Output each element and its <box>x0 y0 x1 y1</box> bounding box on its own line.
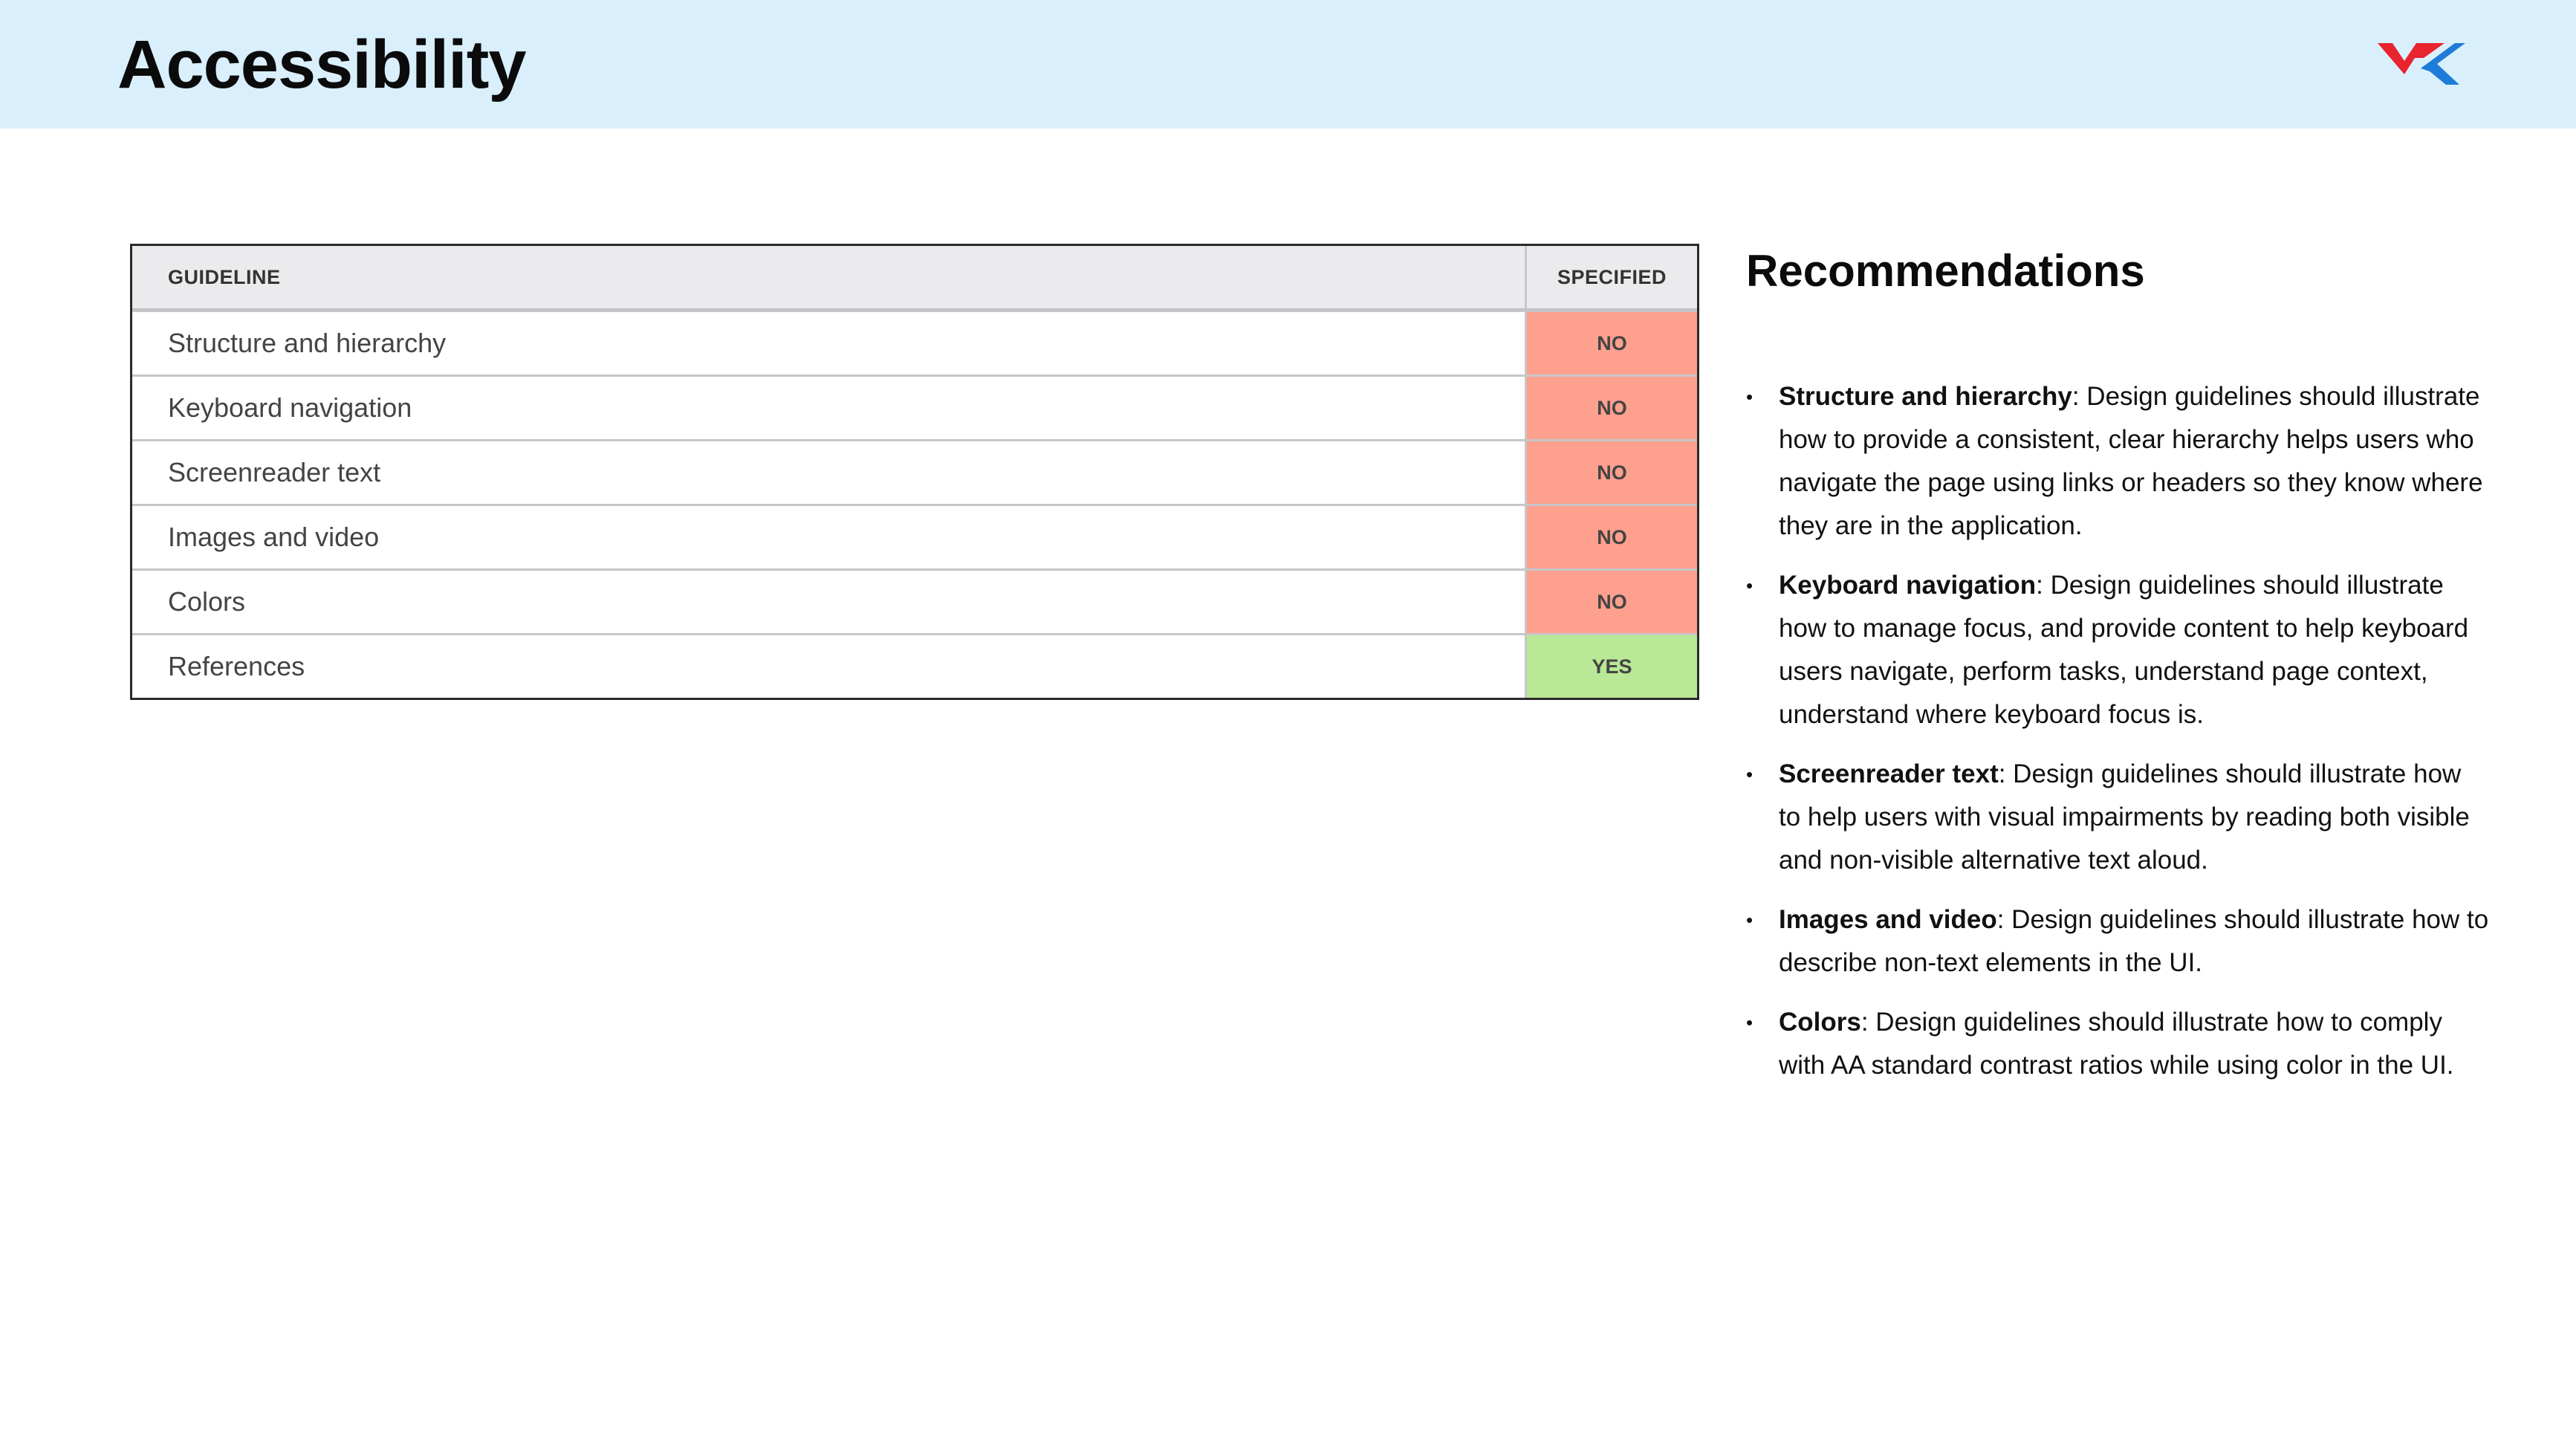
specified-badge: NO <box>1527 506 1697 568</box>
specified-badge: YES <box>1527 635 1697 698</box>
guideline-cell: Images and video <box>132 506 1527 568</box>
list-item: • Structure and hierarchy: Design guidel… <box>1746 375 2489 548</box>
header-bar: Accessibility <box>0 0 2576 129</box>
table-row: Keyboard navigation NO <box>132 375 1697 439</box>
table-row: Colors NO <box>132 568 1697 633</box>
recommendation-term: Screenreader text <box>1779 759 1999 788</box>
table-row: Screenreader text NO <box>132 439 1697 504</box>
recommendation-term: Images and video <box>1779 905 1997 934</box>
bullet-icon: • <box>1746 909 1753 931</box>
column-header-guideline: GUIDELINE <box>132 246 1527 308</box>
recommendation-term: Structure and hierarchy <box>1779 382 2072 411</box>
table-row: References YES <box>132 633 1697 698</box>
recommendation-term: Keyboard navigation <box>1779 571 2037 600</box>
guideline-cell: Structure and hierarchy <box>132 312 1527 375</box>
guideline-cell: Colors <box>132 571 1527 633</box>
specified-badge: NO <box>1527 441 1697 504</box>
list-item: • Images and video: Design guidelines sh… <box>1746 898 2489 985</box>
recommendations-list: • Structure and hierarchy : Design guidel… <box>1746 375 2489 1103</box>
list-item: • Keyboard navigation: Design guidelines… <box>1746 564 2489 736</box>
recommendation-text: : Design guidelines should illustrate ho… <box>1779 1008 2454 1080</box>
specified-badge: NO <box>1527 571 1697 633</box>
recommendations-heading: Recommendations <box>1746 246 2145 296</box>
table-row: Images and video NO <box>132 504 1697 568</box>
recommendation-term: Colors <box>1779 1008 1861 1037</box>
specified-badge: NO <box>1527 312 1697 375</box>
guideline-cell: Keyboard navigation <box>132 377 1527 439</box>
bullet-icon: • <box>1746 386 1753 408</box>
list-item: • Colors: Design guidelines should illus… <box>1746 1001 2489 1087</box>
brand-logo-icon <box>2378 43 2465 85</box>
bullet-icon: • <box>1746 1011 1753 1034</box>
table-header-row: GUIDELINE SPECIFIED <box>132 246 1697 310</box>
column-header-specified: SPECIFIED <box>1557 265 1667 288</box>
guideline-cell: Screenreader text <box>132 441 1527 504</box>
page-title: Accessibility <box>117 27 527 103</box>
bullet-icon: • <box>1746 574 1753 597</box>
bullet-icon: • <box>1746 763 1753 785</box>
table-row: Structure and hierarchy NO <box>132 310 1697 375</box>
specified-badge: NO <box>1527 377 1697 439</box>
list-item: • Screenreader text: Design guidelines s… <box>1746 753 2489 882</box>
guidelines-table: GUIDELINE SPECIFIED Structure and hierar… <box>130 244 1699 700</box>
guideline-cell: References <box>132 635 1527 698</box>
